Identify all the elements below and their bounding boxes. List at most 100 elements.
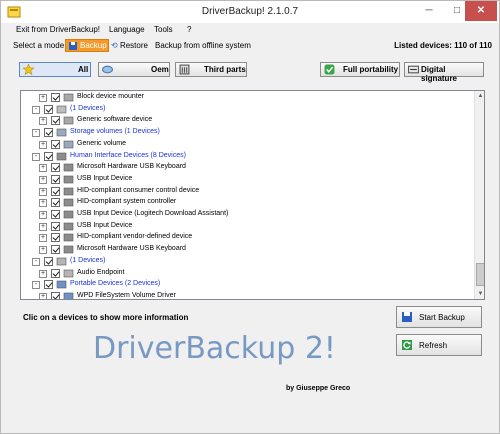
- tree-category-row[interactable]: - (1 Devices): [21, 104, 471, 116]
- backup-icon: [69, 42, 77, 50]
- tree-checkbox[interactable]: [51, 245, 60, 255]
- star-icon: [23, 64, 34, 75]
- expand-icon[interactable]: +: [39, 94, 47, 102]
- tree-checkbox[interactable]: [51, 198, 60, 208]
- refresh-icon: [402, 340, 412, 350]
- menu-tools[interactable]: Tools: [154, 25, 173, 34]
- tree-checkbox[interactable]: [51, 268, 60, 278]
- tree-checkbox[interactable]: [51, 93, 60, 102]
- tree-device-row[interactable]: + USB Input Device: [21, 174, 471, 186]
- expand-icon[interactable]: +: [39, 246, 47, 255]
- tree-row-label: Microsoft Hardware USB Keyboard: [77, 245, 186, 253]
- restore-mode-button[interactable]: ⟲ Restore: [111, 41, 148, 50]
- digital-signature-button[interactable]: Digital signature: [404, 62, 484, 83]
- tree-category-row[interactable]: - (1 Devices): [21, 256, 471, 268]
- hid-icon: [56, 152, 67, 160]
- signature-icon: [408, 65, 419, 74]
- tree-row-label: Storage volumes (1 Devices): [70, 128, 160, 136]
- minimize-button[interactable]: ─: [415, 1, 443, 21]
- tree-checkbox[interactable]: [51, 163, 60, 173]
- start-backup-button[interactable]: Start Backup: [396, 306, 482, 328]
- tree-checkbox[interactable]: [44, 128, 53, 138]
- scrollbar-thumb[interactable]: [476, 263, 484, 286]
- backup-disk-icon: [402, 312, 412, 322]
- tree-row-label: Generic volume: [77, 139, 127, 147]
- tree-device-row[interactable]: + USB Input Device (Logitech Download Ass…: [21, 209, 471, 221]
- tree-device-row[interactable]: + HID-compliant consumer control device: [21, 186, 471, 198]
- refresh-button[interactable]: Refresh: [396, 334, 482, 356]
- filter-third-label: Third parts: [204, 65, 246, 74]
- tree-device-row[interactable]: + Generic software device: [21, 115, 471, 127]
- filter-oem-button[interactable]: Oem: [98, 62, 170, 77]
- tree-category-row[interactable]: - Human Interface Devices (8 Devices): [21, 151, 471, 163]
- expand-icon[interactable]: +: [39, 117, 47, 126]
- tree-device-row[interactable]: + HID-compliant system controller: [21, 197, 471, 209]
- scroll-down-icon[interactable]: ▼: [475, 289, 484, 299]
- backup-mode-button[interactable]: Backup: [65, 39, 109, 52]
- tree-device-row[interactable]: + Microsoft Hardware USB Keyboard: [21, 162, 471, 174]
- tree-checkbox[interactable]: [51, 116, 60, 126]
- menu-help[interactable]: ?: [187, 25, 191, 34]
- device-tree[interactable]: + Block device mounter - (1 Devices) + Generi…: [20, 90, 485, 300]
- close-button[interactable]: ✕: [465, 1, 497, 21]
- expand-icon[interactable]: +: [39, 234, 47, 243]
- collapse-icon[interactable]: -: [32, 105, 40, 114]
- expand-icon[interactable]: +: [39, 211, 47, 219]
- tree-checkbox[interactable]: [44, 256, 53, 266]
- filter-all-button[interactable]: All: [19, 62, 91, 77]
- tree-checkbox[interactable]: [51, 139, 60, 149]
- tree-row-label: HID-compliant system controller: [77, 198, 177, 206]
- expand-icon[interactable]: +: [39, 175, 47, 184]
- collapse-icon[interactable]: -: [32, 129, 40, 138]
- mode-label: Select a mode: [13, 41, 65, 50]
- expand-icon[interactable]: +: [39, 187, 47, 196]
- tree-checkbox[interactable]: [51, 174, 60, 184]
- full-portability-button[interactable]: Full portability: [320, 62, 400, 77]
- tree-device-row[interactable]: + WPD FileSystem Volume Driver: [21, 291, 471, 299]
- info-text: Clic on a devices to show more informati…: [23, 313, 189, 322]
- menu-language[interactable]: Language: [109, 25, 145, 34]
- filter-third-parts-button[interactable]: Third parts: [175, 62, 247, 77]
- tree-checkbox[interactable]: [51, 291, 60, 299]
- expand-icon[interactable]: +: [39, 140, 47, 149]
- tree-scrollbar[interactable]: ▲ ▼: [474, 91, 484, 299]
- app-window: DriverBackup! 2.1.0.7 ─ □ ✕ Exit from Dr…: [0, 0, 500, 434]
- collapse-icon[interactable]: -: [32, 152, 40, 161]
- expand-icon[interactable]: +: [39, 164, 47, 173]
- tree-device-row[interactable]: + USB Input Device: [21, 221, 471, 233]
- scroll-up-icon[interactable]: ▲: [475, 91, 484, 101]
- tree-category-row[interactable]: - Portable Devices (2 Devices): [21, 279, 471, 291]
- collapse-icon[interactable]: -: [32, 257, 40, 266]
- device-icon: [63, 93, 74, 102]
- tree-device-row[interactable]: + Generic volume: [21, 139, 471, 151]
- menu-exit[interactable]: Exit from DriverBackup!: [16, 25, 100, 34]
- tree-device-row[interactable]: + HID-compliant vendor-defined device: [21, 232, 471, 244]
- tree-checkbox[interactable]: [44, 104, 53, 114]
- tree-device-row[interactable]: + Block device mounter: [21, 92, 471, 104]
- tree-device-row[interactable]: + Audio Endpoint: [21, 268, 471, 280]
- tree-checkbox[interactable]: [51, 210, 60, 219]
- hid-icon: [63, 175, 74, 184]
- expand-icon[interactable]: +: [39, 269, 47, 278]
- tree-checkbox[interactable]: [51, 221, 60, 231]
- audio-icon: [56, 257, 67, 266]
- full-portability-label: Full portability: [343, 65, 399, 74]
- expand-icon[interactable]: +: [39, 199, 47, 208]
- tree-checkbox[interactable]: [51, 233, 60, 243]
- tree-checkbox[interactable]: [44, 280, 53, 290]
- hid-icon: [63, 222, 74, 230]
- tree-checkbox[interactable]: [51, 186, 60, 196]
- collapse-icon[interactable]: -: [32, 281, 40, 290]
- offline-backup-mode[interactable]: Backup from offline system: [155, 41, 251, 50]
- tree-row-label: WPD FileSystem Volume Driver: [77, 291, 176, 299]
- tree-row-label: (1 Devices): [70, 256, 106, 264]
- tree-device-row[interactable]: + Microsoft Hardware USB Keyboard: [21, 244, 471, 256]
- tree-category-row[interactable]: - Storage volumes (1 Devices): [21, 127, 471, 139]
- tree-checkbox[interactable]: [44, 151, 53, 161]
- tree-row-label: (1 Devices): [70, 104, 106, 112]
- expand-icon[interactable]: +: [39, 222, 47, 231]
- restore-icon: ⟲: [111, 41, 118, 50]
- listed-devices-count: Listed devices: 110 of 110: [394, 41, 492, 50]
- expand-icon[interactable]: +: [39, 292, 47, 299]
- digital-signature-label: Digital signature: [421, 65, 458, 83]
